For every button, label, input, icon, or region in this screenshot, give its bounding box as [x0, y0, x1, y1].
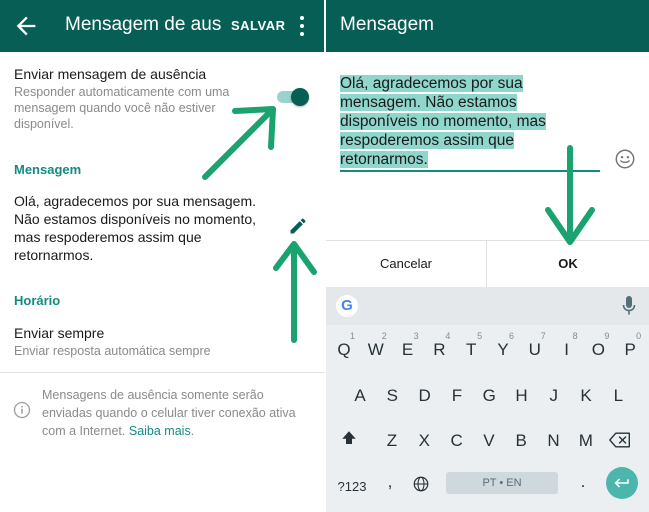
section-divider: [0, 372, 324, 373]
schedule-section-header: Horário: [14, 293, 61, 308]
auto-reply-toggle-desc-2: mensagem quando você não estiver: [14, 101, 216, 115]
emoji-icon[interactable]: [614, 148, 636, 170]
period-key[interactable]: .: [569, 467, 597, 497]
key-z[interactable]: Z: [378, 426, 406, 456]
schedule-option-desc: Enviar resposta automática sempre: [14, 344, 211, 358]
enter-arrow-icon: [614, 478, 629, 488]
footer-line-2: enviadas quando o celular tiver conexão …: [42, 406, 296, 420]
key-hint-8: 8: [572, 331, 578, 341]
message-line-1[interactable]: Olá, agradecemos por sua mensagem.: [14, 193, 256, 210]
footer-line-3: com a Internet. Saiba mais.: [42, 422, 312, 440]
key-e[interactable]: E3: [394, 331, 422, 365]
key-hint-1: 1: [349, 331, 355, 341]
info-icon: [13, 401, 31, 419]
key-l[interactable]: L: [604, 381, 632, 411]
key-hint-6: 6: [508, 331, 514, 341]
footer-line-1: Mensagens de ausência somente serão: [42, 388, 264, 402]
key-hint-4: 4: [445, 331, 451, 341]
input-line-3: disponíveis no momento, mas: [340, 113, 546, 130]
message-input-text[interactable]: Olá, agradecemos por sua mensagem. Não e…: [340, 74, 602, 169]
message-line-3[interactable]: mas respoderemos assim que: [14, 229, 202, 246]
key-p[interactable]: P0: [616, 331, 644, 365]
globe-icon[interactable]: [412, 475, 430, 493]
backspace-icon[interactable]: [609, 432, 631, 448]
key-h[interactable]: H: [508, 381, 536, 411]
footer-line-3-text: com a Internet.: [42, 424, 129, 438]
key-u[interactable]: U7: [521, 331, 549, 365]
key-m[interactable]: M: [572, 426, 600, 456]
key-hint-5: 5: [477, 331, 483, 341]
key-d[interactable]: D: [411, 381, 439, 411]
shift-icon[interactable]: [340, 429, 358, 447]
key-b[interactable]: B: [507, 426, 535, 456]
footer-note: Mensagens de ausência somente serão envi…: [42, 386, 312, 440]
overflow-menu-icon[interactable]: [296, 14, 308, 38]
ok-button[interactable]: OK: [487, 241, 649, 287]
message-line-2[interactable]: Não estamos disponíveis no momento,: [14, 211, 256, 228]
key-t[interactable]: T5: [457, 331, 485, 365]
schedule-option-title[interactable]: Enviar sempre: [14, 325, 104, 342]
key-hint-3: 3: [413, 331, 419, 341]
key-i[interactable]: I8: [553, 331, 581, 365]
auto-reply-toggle-desc-3: disponível.: [14, 117, 74, 131]
key-f[interactable]: F: [443, 381, 471, 411]
message-line-4[interactable]: retornarmos.: [14, 247, 93, 264]
message-input[interactable]: Olá, agradecemos por sua mensagem. Não e…: [340, 74, 602, 169]
input-underline: [340, 170, 600, 172]
symbols-key[interactable]: ?123: [334, 472, 370, 502]
key-r[interactable]: R4: [425, 331, 453, 365]
key-v[interactable]: V: [475, 426, 503, 456]
auto-reply-toggle[interactable]: [277, 88, 309, 106]
key-k[interactable]: K: [572, 381, 600, 411]
key-hint-2: 2: [381, 331, 387, 341]
toggle-thumb: [291, 88, 309, 106]
key-hint-9: 9: [604, 331, 610, 341]
save-button[interactable]: SALVAR: [231, 18, 286, 33]
key-q[interactable]: Q1: [330, 331, 358, 365]
annotation-arrow-to-edit: [273, 241, 317, 343]
auto-reply-settings-screen: Mensagem de aus SALVAR Enviar mensagem d…: [0, 0, 324, 512]
learn-more-link[interactable]: Saiba mais: [129, 424, 191, 438]
key-n[interactable]: N: [540, 426, 568, 456]
key-hint-0: 0: [636, 331, 642, 341]
keyboard-toolbar: G: [326, 287, 649, 325]
input-line-1: Olá, agradecemos por sua: [340, 75, 523, 92]
google-g-icon[interactable]: G: [336, 295, 358, 317]
footer-period: .: [190, 424, 195, 438]
input-line-2: mensagem. Não estamos: [340, 94, 517, 111]
page-title: Mensagem: [340, 14, 434, 35]
comma-key[interactable]: ,: [376, 467, 404, 497]
page-title: Mensagem de aus: [65, 14, 222, 35]
key-o[interactable]: O9: [584, 331, 612, 365]
app-bar: Mensagem de aus SALVAR: [0, 0, 324, 52]
edit-message-screen: Mensagem Olá, agradecemos por sua mensag…: [326, 0, 649, 512]
key-c[interactable]: C: [443, 426, 471, 456]
microphone-icon[interactable]: [622, 295, 636, 317]
key-w[interactable]: W2: [362, 331, 390, 365]
on-screen-keyboard: G Q1W2E3R4T5Y6U7I8O9P0 ASDFGHJKL ZXCVBNM…: [326, 287, 649, 512]
auto-reply-toggle-desc-1: Responder automaticamente com uma: [14, 85, 230, 99]
key-y[interactable]: Y6: [489, 331, 517, 365]
space-bar[interactable]: PT • EN: [446, 472, 558, 494]
cancel-button[interactable]: Cancelar: [326, 241, 486, 287]
key-a[interactable]: A: [346, 381, 374, 411]
pencil-edit-icon[interactable]: [288, 216, 308, 236]
message-section-header: Mensagem: [14, 162, 82, 177]
key-s[interactable]: S: [378, 381, 406, 411]
key-j[interactable]: J: [540, 381, 568, 411]
input-line-5: retornarmos.: [340, 151, 428, 168]
key-x[interactable]: X: [410, 426, 438, 456]
enter-key[interactable]: [606, 467, 638, 499]
auto-reply-toggle-title: Enviar mensagem de ausência: [14, 66, 207, 82]
key-g[interactable]: G: [475, 381, 503, 411]
key-hint-7: 7: [540, 331, 546, 341]
input-line-4: respoderemos assim que: [340, 132, 515, 149]
back-arrow-icon[interactable]: [12, 12, 40, 40]
app-bar: Mensagem: [326, 0, 649, 52]
